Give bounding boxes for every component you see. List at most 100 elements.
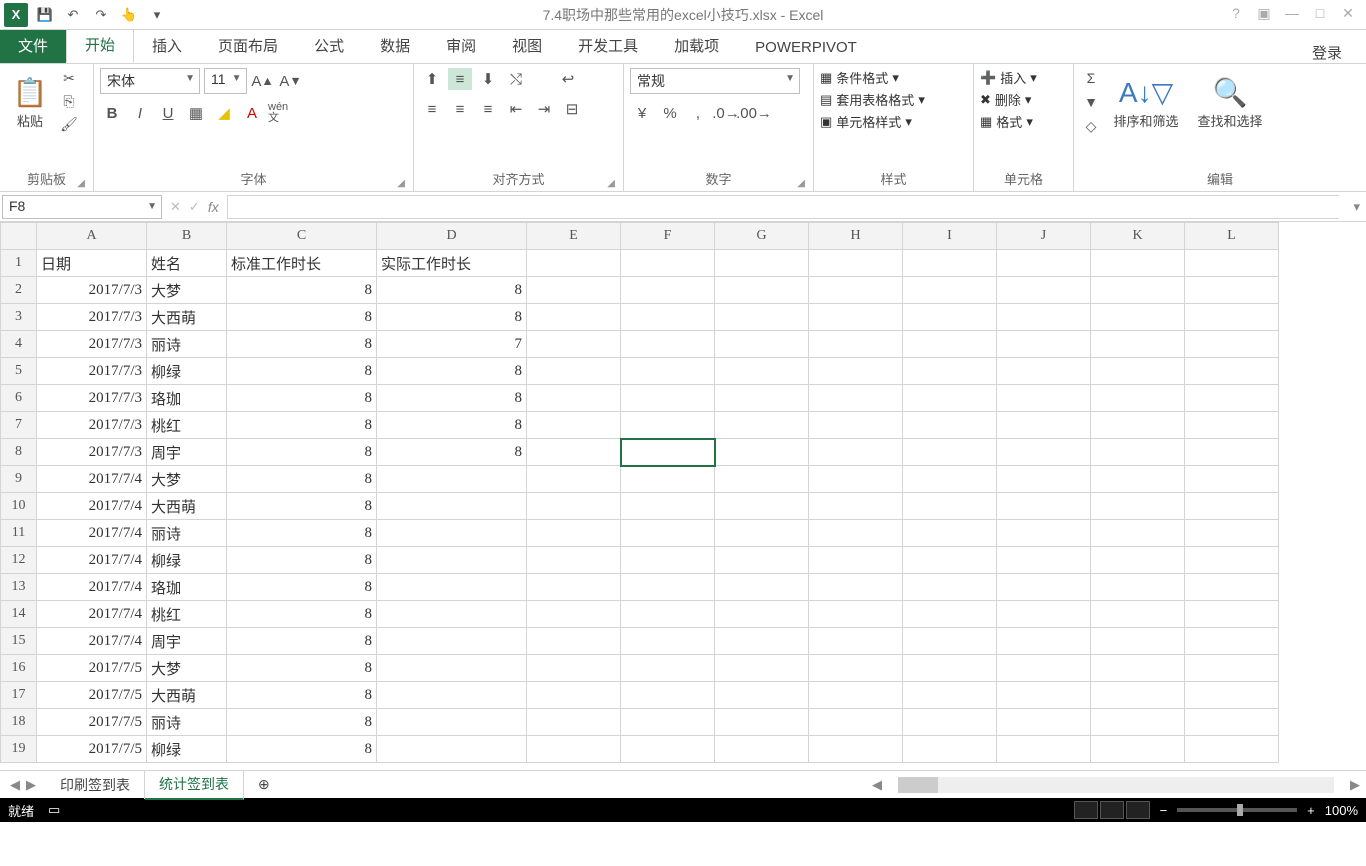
touch-mode-icon[interactable]: 👆 bbox=[118, 4, 140, 26]
cut-icon[interactable]: ✂ bbox=[58, 68, 80, 88]
cell-K13[interactable] bbox=[1091, 574, 1185, 601]
cell-E14[interactable] bbox=[527, 601, 621, 628]
decrease-font-icon[interactable]: A▼ bbox=[279, 70, 303, 92]
cell-D7[interactable]: 8 bbox=[377, 412, 527, 439]
cell-A7[interactable]: 2017/7/3 bbox=[37, 412, 147, 439]
cell-K6[interactable] bbox=[1091, 385, 1185, 412]
cell-E4[interactable] bbox=[527, 331, 621, 358]
format-painter-icon[interactable]: 🖌 bbox=[58, 114, 80, 134]
cell-B18[interactable]: 丽诗 bbox=[147, 709, 227, 736]
cell-E19[interactable] bbox=[527, 736, 621, 763]
cell-G3[interactable] bbox=[715, 304, 809, 331]
row-header-17[interactable]: 17 bbox=[1, 682, 37, 709]
cell-A8[interactable]: 2017/7/3 bbox=[37, 439, 147, 466]
cell-A17[interactable]: 2017/7/5 bbox=[37, 682, 147, 709]
cell-A18[interactable]: 2017/7/5 bbox=[37, 709, 147, 736]
format-as-table-button[interactable]: ▤ 套用表格格式 ▾ bbox=[820, 90, 925, 109]
col-header-A[interactable]: A bbox=[37, 223, 147, 250]
sheet-nav-prev-icon[interactable]: ◀ bbox=[10, 777, 20, 793]
cell-D5[interactable]: 8 bbox=[377, 358, 527, 385]
cell-F10[interactable] bbox=[621, 493, 715, 520]
cell-J3[interactable] bbox=[997, 304, 1091, 331]
font-color-button[interactable]: A bbox=[240, 102, 264, 124]
cell-F6[interactable] bbox=[621, 385, 715, 412]
cell-D1[interactable]: 实际工作时长 bbox=[377, 250, 527, 277]
cell-L2[interactable] bbox=[1185, 277, 1279, 304]
cell-C17[interactable]: 8 bbox=[227, 682, 377, 709]
dialog-launcher-icon[interactable]: ◢ bbox=[797, 178, 805, 189]
cell-C19[interactable]: 8 bbox=[227, 736, 377, 763]
cell-B7[interactable]: 桃红 bbox=[147, 412, 227, 439]
help-icon[interactable]: ? bbox=[1224, 5, 1248, 25]
cell-G19[interactable] bbox=[715, 736, 809, 763]
cell-G1[interactable] bbox=[715, 250, 809, 277]
cell-A16[interactable]: 2017/7/5 bbox=[37, 655, 147, 682]
cell-B6[interactable]: 珞珈 bbox=[147, 385, 227, 412]
cell-H12[interactable] bbox=[809, 547, 903, 574]
hscroll-right-icon[interactable]: ▶ bbox=[1350, 777, 1360, 793]
cell-J11[interactable] bbox=[997, 520, 1091, 547]
cell-I16[interactable] bbox=[903, 655, 997, 682]
cell-I3[interactable] bbox=[903, 304, 997, 331]
dialog-launcher-icon[interactable]: ◢ bbox=[77, 178, 85, 189]
expand-formula-icon[interactable]: ▾ bbox=[1347, 199, 1366, 215]
redo-icon[interactable]: ↷ bbox=[90, 4, 112, 26]
col-header-K[interactable]: K bbox=[1091, 223, 1185, 250]
cell-E15[interactable] bbox=[527, 628, 621, 655]
cell-I6[interactable] bbox=[903, 385, 997, 412]
save-icon[interactable]: 💾 bbox=[34, 4, 56, 26]
cell-F8[interactable] bbox=[621, 439, 715, 466]
cell-L14[interactable] bbox=[1185, 601, 1279, 628]
align-right-icon[interactable]: ≡ bbox=[476, 98, 500, 120]
cell-J7[interactable] bbox=[997, 412, 1091, 439]
cell-K8[interactable] bbox=[1091, 439, 1185, 466]
cell-styles-button[interactable]: ▣ 单元格样式 ▾ bbox=[820, 112, 925, 131]
orientation-icon[interactable]: ⤭ bbox=[504, 68, 528, 90]
sheet-tab-1[interactable]: 印刷签到表 bbox=[46, 771, 145, 799]
cell-C11[interactable]: 8 bbox=[227, 520, 377, 547]
tab-layout[interactable]: 页面布局 bbox=[200, 28, 296, 63]
align-top-icon[interactable]: ⬆ bbox=[420, 68, 444, 90]
cell-F13[interactable] bbox=[621, 574, 715, 601]
cell-C16[interactable]: 8 bbox=[227, 655, 377, 682]
bold-button[interactable]: B bbox=[100, 102, 124, 124]
cell-G15[interactable] bbox=[715, 628, 809, 655]
macro-record-icon[interactable]: ▭ bbox=[48, 802, 60, 818]
cell-E3[interactable] bbox=[527, 304, 621, 331]
cell-E7[interactable] bbox=[527, 412, 621, 439]
align-center-icon[interactable]: ≡ bbox=[448, 98, 472, 120]
cell-L18[interactable] bbox=[1185, 709, 1279, 736]
cell-E18[interactable] bbox=[527, 709, 621, 736]
cell-J1[interactable] bbox=[997, 250, 1091, 277]
align-bottom-icon[interactable]: ⬇ bbox=[476, 68, 500, 90]
tab-home[interactable]: 开始 bbox=[66, 26, 134, 63]
cell-F12[interactable] bbox=[621, 547, 715, 574]
cell-K18[interactable] bbox=[1091, 709, 1185, 736]
tab-developer[interactable]: 开发工具 bbox=[560, 28, 656, 63]
font-size-select[interactable]: 11▼ bbox=[204, 68, 247, 94]
cell-G7[interactable] bbox=[715, 412, 809, 439]
col-header-E[interactable]: E bbox=[527, 223, 621, 250]
font-name-select[interactable]: 宋体▼ bbox=[100, 68, 200, 94]
cell-A3[interactable]: 2017/7/3 bbox=[37, 304, 147, 331]
cell-G17[interactable] bbox=[715, 682, 809, 709]
cell-I14[interactable] bbox=[903, 601, 997, 628]
cell-I19[interactable] bbox=[903, 736, 997, 763]
cancel-formula-icon[interactable]: ✕ bbox=[170, 199, 181, 215]
clear-icon[interactable]: ◇ bbox=[1080, 116, 1102, 136]
cell-D2[interactable]: 8 bbox=[377, 277, 527, 304]
cell-A6[interactable]: 2017/7/3 bbox=[37, 385, 147, 412]
cell-F4[interactable] bbox=[621, 331, 715, 358]
cell-L13[interactable] bbox=[1185, 574, 1279, 601]
cell-B1[interactable]: 姓名 bbox=[147, 250, 227, 277]
tab-data[interactable]: 数据 bbox=[362, 28, 428, 63]
cell-F3[interactable] bbox=[621, 304, 715, 331]
cell-C6[interactable]: 8 bbox=[227, 385, 377, 412]
cell-J14[interactable] bbox=[997, 601, 1091, 628]
cell-I18[interactable] bbox=[903, 709, 997, 736]
cell-H2[interactable] bbox=[809, 277, 903, 304]
cell-K17[interactable] bbox=[1091, 682, 1185, 709]
col-header-G[interactable]: G bbox=[715, 223, 809, 250]
dialog-launcher-icon[interactable]: ◢ bbox=[397, 178, 405, 189]
cell-H10[interactable] bbox=[809, 493, 903, 520]
